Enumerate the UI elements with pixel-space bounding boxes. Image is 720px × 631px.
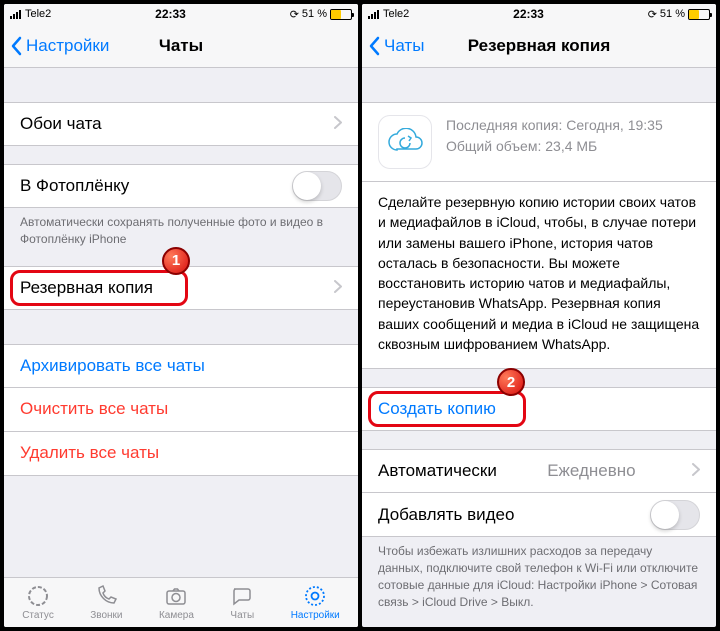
battery-icon bbox=[688, 9, 710, 20]
tab-chats[interactable]: Чаты bbox=[230, 584, 254, 621]
delete-label: Удалить все чаты bbox=[20, 443, 159, 463]
create-backup-cell[interactable]: Создать копию 2 bbox=[362, 387, 716, 431]
size-label: Общий объем: bbox=[446, 138, 541, 154]
backup-label: Резервная копия bbox=[20, 278, 153, 298]
status-icon bbox=[26, 584, 50, 608]
clock: 22:33 bbox=[155, 7, 186, 21]
archive-cell[interactable]: Архивировать все чаты bbox=[4, 344, 358, 388]
nav-bar: Чаты Резервная копия bbox=[362, 24, 716, 68]
chevron-left-icon bbox=[10, 36, 22, 56]
tab-chats-label: Чаты bbox=[230, 610, 254, 621]
tab-status-label: Статус bbox=[22, 610, 54, 621]
tab-camera-label: Камера bbox=[159, 610, 194, 621]
chats-icon bbox=[230, 584, 254, 608]
status-bar: Tele2 22:33 ⟳ 51 % bbox=[362, 4, 716, 24]
battery-icon bbox=[330, 9, 352, 20]
chevron-right-icon bbox=[334, 278, 342, 298]
signal-icon bbox=[368, 10, 379, 19]
chevron-left-icon bbox=[368, 36, 380, 56]
step-badge-1: 1 bbox=[162, 247, 190, 275]
camera-roll-switch[interactable] bbox=[292, 171, 342, 201]
phone-right: Tele2 22:33 ⟳ 51 % Чаты Резервная копия … bbox=[362, 4, 716, 627]
backup-cell[interactable]: Резервная копия 1 bbox=[4, 266, 358, 310]
camera-roll-label: В Фотоплёнку bbox=[20, 176, 129, 196]
size-value: 23,4 МБ bbox=[545, 138, 597, 154]
camera-roll-cell[interactable]: В Фотоплёнку bbox=[4, 164, 358, 208]
clock: 22:33 bbox=[513, 7, 544, 21]
backup-header: Последняя копия: Сегодня, 19:35 Общий об… bbox=[362, 102, 716, 182]
content-area: Обои чата В Фотоплёнку Автоматически сох… bbox=[4, 68, 358, 577]
wallpaper-cell[interactable]: Обои чата bbox=[4, 102, 358, 146]
carrier-label: Tele2 bbox=[25, 8, 51, 20]
battery-percent: 51 % bbox=[302, 8, 327, 20]
tab-bar: Статус Звонки Камера Чаты Настройки bbox=[4, 577, 358, 627]
signal-icon bbox=[10, 10, 21, 19]
archive-label: Архивировать все чаты bbox=[20, 356, 205, 376]
tab-camera[interactable]: Камера bbox=[159, 584, 194, 621]
backup-description: Сделайте резервную копию истории своих ч… bbox=[362, 182, 716, 369]
back-label: Настройки bbox=[26, 36, 109, 56]
back-button[interactable]: Настройки bbox=[10, 36, 109, 56]
cellular-note: Чтобы избежать излишних расходов за пере… bbox=[362, 537, 716, 610]
auto-value: Ежедневно bbox=[547, 461, 641, 481]
chevron-right-icon bbox=[334, 114, 342, 134]
backup-info: Последняя копия: Сегодня, 19:35 Общий об… bbox=[446, 115, 663, 169]
back-label: Чаты bbox=[384, 36, 424, 56]
tab-settings-label: Настройки bbox=[291, 610, 340, 621]
loading-icon: ⟳ bbox=[290, 8, 299, 21]
tab-calls-label: Звонки bbox=[90, 610, 122, 621]
page-title: Чаты bbox=[159, 36, 203, 56]
include-video-label: Добавлять видео bbox=[378, 505, 514, 525]
delete-cell[interactable]: Удалить все чаты bbox=[4, 432, 358, 476]
create-backup-label: Создать копию bbox=[378, 399, 496, 419]
last-backup-value: Сегодня, 19:35 bbox=[566, 117, 662, 133]
gear-icon bbox=[303, 584, 327, 608]
carrier-label: Tele2 bbox=[383, 8, 409, 20]
cloud-backup-icon bbox=[378, 115, 432, 169]
phone-left: Tele2 22:33 ⟳ 51 % Настройки Чаты Обои ч… bbox=[4, 4, 358, 627]
phone-icon bbox=[94, 584, 118, 608]
nav-bar: Настройки Чаты bbox=[4, 24, 358, 68]
tab-settings[interactable]: Настройки bbox=[291, 584, 340, 621]
tab-calls[interactable]: Звонки bbox=[90, 584, 122, 621]
content-area: Последняя копия: Сегодня, 19:35 Общий об… bbox=[362, 68, 716, 627]
tab-status[interactable]: Статус bbox=[22, 584, 54, 621]
include-video-switch[interactable] bbox=[650, 500, 700, 530]
chevron-right-icon bbox=[692, 461, 700, 481]
auto-backup-cell[interactable]: Автоматически Ежедневно bbox=[362, 449, 716, 493]
loading-icon: ⟳ bbox=[648, 8, 657, 21]
battery-percent: 51 % bbox=[660, 8, 685, 20]
back-button[interactable]: Чаты bbox=[368, 36, 424, 56]
wallpaper-label: Обои чата bbox=[20, 114, 102, 134]
auto-label: Автоматически bbox=[378, 461, 497, 481]
camera-icon bbox=[164, 584, 188, 608]
include-video-cell[interactable]: Добавлять видео bbox=[362, 493, 716, 537]
clear-cell[interactable]: Очистить все чаты bbox=[4, 388, 358, 432]
page-title: Резервная копия bbox=[468, 36, 611, 56]
clear-label: Очистить все чаты bbox=[20, 399, 168, 419]
last-backup-label: Последняя копия: bbox=[446, 117, 562, 133]
camera-roll-note: Автоматически сохранять полученные фото … bbox=[4, 208, 358, 248]
step-badge-2: 2 bbox=[497, 368, 525, 396]
status-bar: Tele2 22:33 ⟳ 51 % bbox=[4, 4, 358, 24]
